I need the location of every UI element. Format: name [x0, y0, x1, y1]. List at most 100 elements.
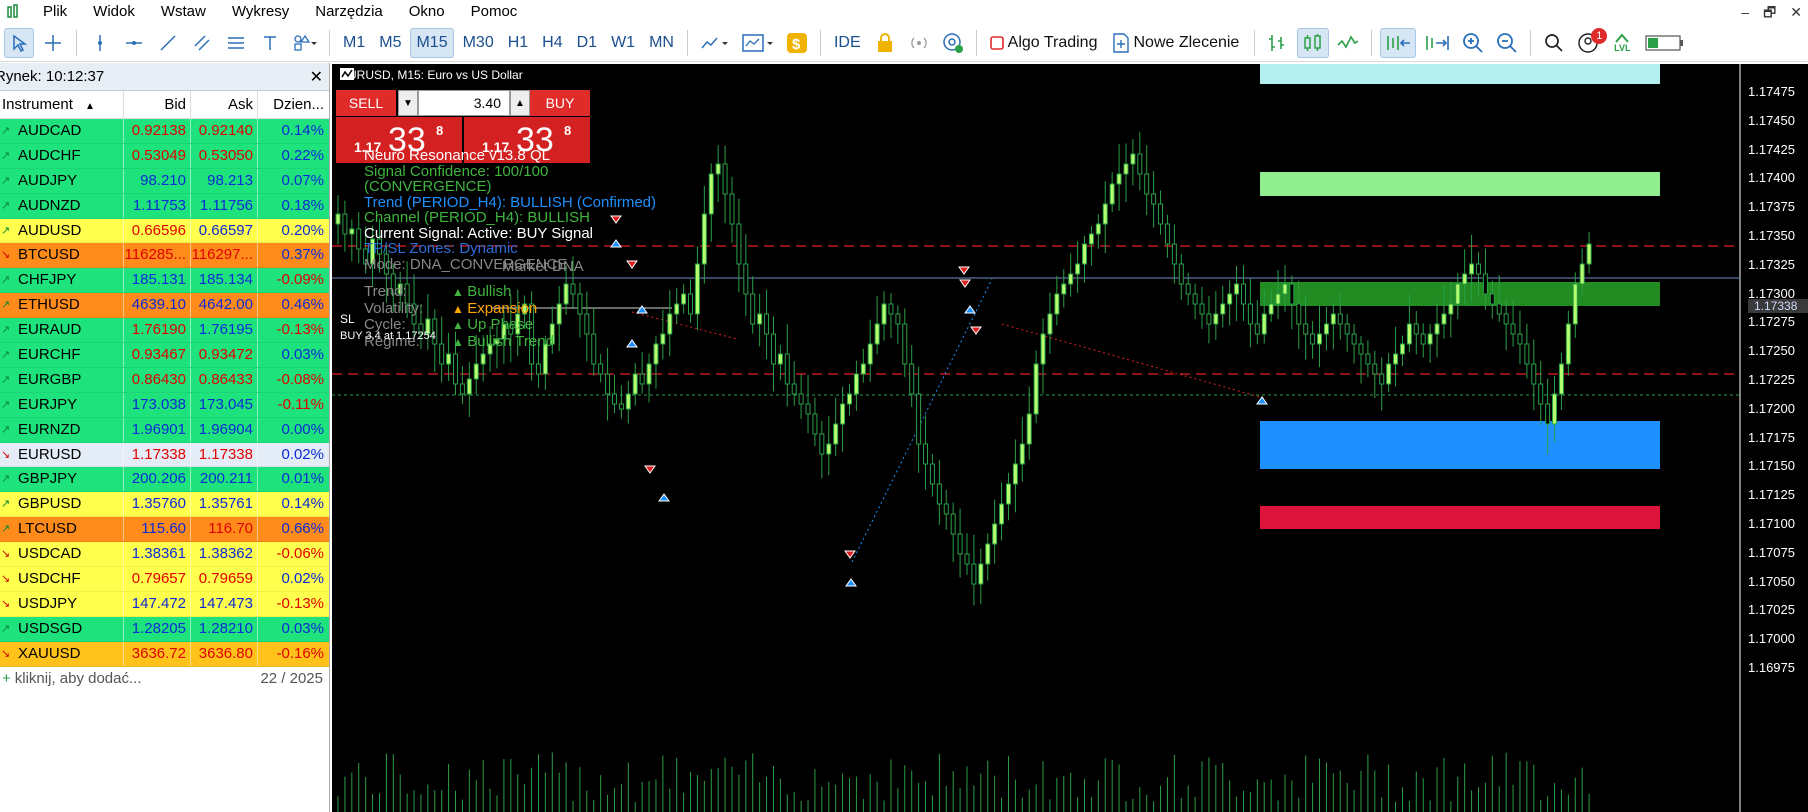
zoom-in-icon[interactable]: [1458, 28, 1488, 58]
column-ask[interactable]: Ask: [191, 91, 258, 118]
close-icon[interactable]: ✕: [310, 67, 323, 87]
buy-button[interactable]: BUY: [530, 90, 590, 116]
candle-body: [1213, 313, 1219, 325]
close-button[interactable]: ✕: [1790, 0, 1802, 24]
search-icon[interactable]: [1539, 28, 1569, 58]
table-row[interactable]: ↗ AUDUSD 0.66596 0.66597 0.20%: [0, 218, 329, 244]
volume-down-button[interactable]: ▼: [398, 90, 418, 116]
bid-value: 1.28205: [124, 616, 191, 641]
table-row[interactable]: ↗ GBPUSD 1.35760 1.35761 0.14%: [0, 492, 329, 518]
cursor-tool-icon[interactable]: [4, 28, 34, 58]
ask-value: 0.93472: [191, 343, 258, 367]
menu-view[interactable]: Widok: [80, 0, 148, 24]
table-row[interactable]: ↘ BTCUSD 116285... 116297... 0.37%: [0, 243, 329, 269]
timeframe-w1[interactable]: W1: [606, 28, 640, 58]
vertical-line-icon[interactable]: [85, 28, 115, 58]
chart-type-icon[interactable]: [696, 28, 734, 58]
menu-charts[interactable]: Wykresy: [219, 0, 302, 24]
zoom-out-icon[interactable]: [1492, 28, 1522, 58]
table-row[interactable]: ↗ EURAUD 1.76190 1.76195 -0.13%: [0, 318, 329, 344]
candlestick-icon[interactable]: [1297, 28, 1330, 58]
text-tool-icon[interactable]: [255, 28, 285, 58]
candle-body: [688, 293, 694, 315]
ide-button[interactable]: IDE: [829, 28, 866, 58]
lock-icon[interactable]: [870, 28, 900, 58]
timeframe-h4[interactable]: H4: [537, 28, 567, 58]
daily-change-value: -0.16%: [276, 644, 324, 662]
autoscroll-icon[interactable]: [1380, 28, 1417, 58]
price-axis-label: 1.17100: [1748, 516, 1795, 531]
timeframe-h1[interactable]: H1: [503, 28, 533, 58]
level-icon[interactable]: LVL: [1607, 28, 1637, 58]
candle-body: [1337, 313, 1343, 325]
chart-window[interactable]: EURUSD, M15: Euro vs US Dollar SELL ▼ 3.…: [332, 64, 1808, 812]
daily-change-value: 0.03%: [281, 619, 324, 637]
volume-input[interactable]: 3.40: [418, 90, 510, 116]
timeframe-m5[interactable]: M5: [374, 28, 406, 58]
table-row[interactable]: ↘ USDCHF 0.79657 0.79659 0.02%: [0, 567, 329, 592]
table-row[interactable]: ↗ AUDCAD 0.92138 0.92140 0.14%: [0, 119, 329, 144]
channel-icon[interactable]: [187, 28, 217, 58]
table-row[interactable]: ↘ USDCAD 1.38361 1.38362 -0.06%: [0, 542, 329, 568]
menu-file[interactable]: Plik: [30, 0, 80, 24]
signal-icon[interactable]: [904, 28, 934, 58]
line-chart-icon[interactable]: [1333, 28, 1363, 58]
algo-trading-button[interactable]: Algo Trading: [985, 28, 1105, 58]
timeframe-mn[interactable]: MN: [644, 28, 679, 58]
timeframe-m15[interactable]: M15: [410, 28, 454, 58]
trendline-icon[interactable]: [153, 28, 183, 58]
table-row[interactable]: ↗ EURNZD 1.96901 1.96904 0.00%: [0, 417, 329, 443]
timeframe-m1[interactable]: M1: [338, 28, 370, 58]
table-row[interactable]: ↗ AUDCHF 0.53049 0.53050 0.22%: [0, 143, 329, 169]
candle-body: [1406, 323, 1412, 345]
chart-shift-icon[interactable]: [1420, 28, 1454, 58]
column-instrument[interactable]: Instrument ▲: [0, 91, 124, 118]
table-row[interactable]: ↗ AUDJPY 98.210 98.213 0.07%: [0, 168, 329, 194]
horizontal-line-icon[interactable]: [119, 28, 149, 58]
candle-body: [770, 333, 776, 365]
menu-window[interactable]: Okno: [396, 0, 458, 24]
menu-help[interactable]: Pomoc: [458, 0, 531, 24]
menu-bar: Plik Widok Wstaw Wykresy Narzędzia Okno …: [0, 0, 1808, 24]
volume-up-button[interactable]: ▲: [510, 90, 530, 116]
shapes-icon[interactable]: [289, 28, 321, 58]
table-row[interactable]: ↗ CHFJPY 185.131 185.134 -0.09%: [0, 268, 329, 294]
add-symbol-link[interactable]: + kliknij, aby dodać...: [2, 670, 142, 687]
instrument-symbol: ↗ EURCHF: [0, 343, 124, 367]
timeframe-d1[interactable]: D1: [572, 28, 602, 58]
candle-body: [1358, 343, 1364, 355]
sell-button[interactable]: SELL: [336, 90, 396, 116]
table-row[interactable]: ↗ LTCUSD 115.60 116.70 0.66%: [0, 517, 329, 543]
column-bid[interactable]: Bid: [124, 91, 191, 118]
table-row[interactable]: ↗ EURCHF 0.93467 0.93472 0.03%: [0, 343, 329, 368]
sell-signal-arrow-icon: [959, 279, 971, 288]
account-icon[interactable]: 1: [1573, 28, 1608, 58]
table-row[interactable]: ↘ EURUSD 1.17338 1.17338 0.02%: [0, 442, 329, 468]
candle-body: [881, 303, 887, 325]
table-row[interactable]: ↘ XAUUSD 3636.72 3636.80 -0.16%: [0, 641, 329, 667]
restore-button[interactable]: 🗗: [1763, 0, 1776, 24]
crosshair-icon[interactable]: [38, 28, 68, 58]
templates-icon[interactable]: [738, 28, 778, 58]
table-row[interactable]: ↗ EURGBP 0.86430 0.86433 -0.08%: [0, 367, 329, 393]
candle-body: [1005, 483, 1011, 505]
table-row[interactable]: ↗ ETHUSD 4639.10 4642.00 0.46%: [0, 293, 329, 319]
vps-icon[interactable]: [938, 28, 968, 58]
ask-value: 1.96904: [191, 417, 258, 442]
table-row[interactable]: ↗ USDSGD 1.28205 1.28210 0.03%: [0, 616, 329, 642]
bar-chart-icon[interactable]: [1263, 28, 1293, 58]
minimize-button[interactable]: –: [1741, 0, 1749, 24]
table-row[interactable]: ↗ AUDNZD 1.11753 1.11756 0.18%: [0, 193, 329, 219]
table-row[interactable]: ↗ GBPJPY 200.206 200.211 0.01%: [0, 467, 329, 493]
menu-insert[interactable]: Wstaw: [148, 0, 219, 24]
timeframe-m30[interactable]: M30: [458, 28, 499, 58]
table-row[interactable]: ↗ EURJPY 173.038 173.045 -0.11%: [0, 392, 329, 418]
new-order-button[interactable]: Nowe Zlecenie: [1108, 28, 1246, 58]
dollar-icon[interactable]: $: [782, 28, 812, 58]
candle-body: [1558, 363, 1564, 395]
menu-tools[interactable]: Narzędzia: [302, 0, 396, 24]
column-daily-change[interactable]: Dzien...: [258, 91, 328, 118]
daily-change-value: 0.00%: [281, 420, 324, 438]
table-row[interactable]: ↘ USDJPY 147.472 147.473 -0.13%: [0, 591, 329, 617]
fibonacci-icon[interactable]: [221, 28, 251, 58]
